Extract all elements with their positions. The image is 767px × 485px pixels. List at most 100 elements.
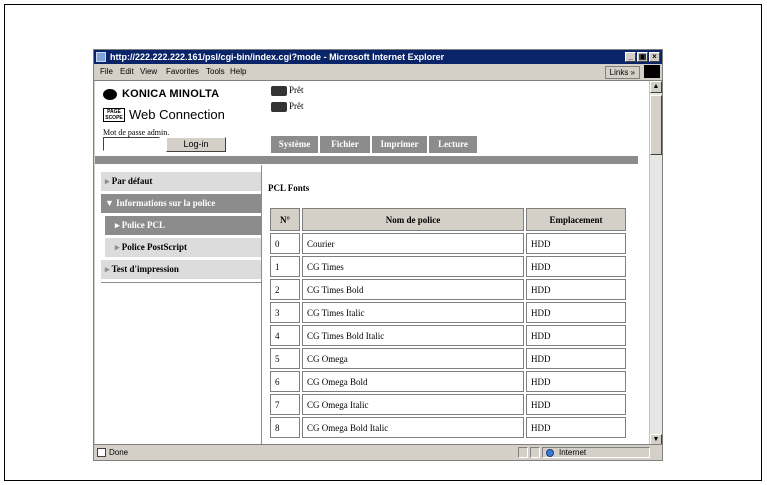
table-row: 4 CG Times Bold Italic HDD	[270, 325, 626, 346]
browser-window: http://222.222.222.161/psl/cgi-bin/index…	[93, 49, 663, 461]
cell-font-name: CG Times Bold Italic	[302, 325, 524, 346]
table-row: 2 CG Times Bold HDD	[270, 279, 626, 300]
printer-status-row: Prêt	[271, 85, 304, 96]
cell-number: 8	[270, 417, 300, 438]
close-button[interactable]: ×	[649, 52, 660, 62]
status-bar: Done Internet	[94, 444, 662, 460]
table-header-row: N° Nom de police Emplacement	[270, 208, 626, 231]
cell-number: 7	[270, 394, 300, 415]
sidebar-item-label: Par défaut	[111, 176, 153, 186]
tab-fichier[interactable]: Fichier	[320, 136, 370, 153]
bullet-icon: ▸	[105, 176, 110, 186]
cell-location: HDD	[526, 348, 626, 369]
expanded-icon: ▼	[105, 198, 114, 208]
cell-font-name: CG Omega Bold	[302, 371, 524, 392]
sidebar-item-label: Informations sur la police	[116, 198, 216, 208]
cell-number: 6	[270, 371, 300, 392]
cell-location: HDD	[526, 417, 626, 438]
table-row: 8 CG Omega Bold Italic HDD	[270, 417, 626, 438]
table-row: 3 CG Times Italic HDD	[270, 302, 626, 323]
status-cell	[530, 447, 540, 458]
menu-help[interactable]: Help	[230, 64, 246, 80]
scroll-up-arrow-icon[interactable]: ▲	[650, 81, 662, 93]
links-button[interactable]: Links »	[604, 66, 640, 79]
tab-imprimer[interactable]: Imprimer	[372, 136, 427, 153]
menu-file[interactable]: File	[100, 64, 113, 80]
windows-logo-icon	[644, 65, 660, 78]
cell-location: HDD	[526, 325, 626, 346]
cell-number: 2	[270, 279, 300, 300]
table-row: 5 CG Omega HDD	[270, 348, 626, 369]
sidebar-item-police-pcl[interactable]: ▸ Police PCL	[105, 216, 261, 235]
column-header-font-name: Nom de police	[302, 208, 524, 231]
cell-font-name: CG Times Bold	[302, 279, 524, 300]
bullet-icon: ▸	[105, 264, 110, 274]
cell-font-name: Courier	[302, 233, 524, 254]
menu-favorites[interactable]: Favorites	[166, 64, 199, 80]
zone-label: Internet	[559, 448, 587, 457]
sidebar-item-police-postscript[interactable]: ▸ Police PostScript	[105, 238, 261, 257]
header-divider	[95, 156, 638, 164]
table-row: 0 Courier HDD	[270, 233, 626, 254]
scanner-status-text: Prêt	[289, 101, 304, 111]
cell-number: 1	[270, 256, 300, 277]
cell-number: 4	[270, 325, 300, 346]
window-title: http://222.222.222.161/psl/cgi-bin/index…	[110, 52, 445, 62]
column-header-number: N°	[270, 208, 300, 231]
cell-font-name: CG Omega Italic	[302, 394, 524, 415]
cell-location: HDD	[526, 279, 626, 300]
tab-lecture[interactable]: Lecture	[429, 136, 477, 153]
cell-number: 0	[270, 233, 300, 254]
sidebar-item-test-impression[interactable]: ▸ Test d'impression	[101, 260, 261, 279]
sidebar-item-par-defaut[interactable]: ▸ Par défaut	[101, 172, 261, 191]
tab-systeme[interactable]: Système	[271, 136, 318, 153]
sidebar-item-label: Police PostScript	[121, 242, 188, 252]
title-bar: http://222.222.222.161/psl/cgi-bin/index…	[94, 50, 662, 64]
brand-name: KONICA MINOLTA	[122, 88, 220, 100]
sidebar-item-informations-police[interactable]: ▼ Informations sur la police	[101, 194, 261, 213]
cell-font-name: CG Times	[302, 256, 524, 277]
table-row: 1 CG Times HDD	[270, 256, 626, 277]
cell-location: HDD	[526, 256, 626, 277]
printer-icon	[271, 85, 287, 96]
page-viewport: KONICA MINOLTA PAGE SCOPE Web Connection…	[95, 81, 650, 446]
menu-edit[interactable]: Edit	[120, 64, 134, 80]
login-button[interactable]: Log-in	[166, 137, 226, 152]
status-cell	[518, 447, 528, 458]
page-done-icon	[97, 448, 106, 457]
document-frame: http://222.222.222.161/psl/cgi-bin/index…	[4, 4, 762, 481]
globe-icon	[546, 449, 554, 457]
cell-number: 3	[270, 302, 300, 323]
cell-font-name: CG Times Italic	[302, 302, 524, 323]
bullet-icon: ▸	[115, 220, 120, 230]
scanner-status-row: Prêt	[271, 101, 304, 112]
cell-font-name: CG Omega	[302, 348, 524, 369]
product-name: Web Connection	[129, 107, 225, 122]
scroll-thumb[interactable]	[650, 95, 662, 155]
status-text: Done	[109, 448, 129, 457]
password-label: Mot de passe admin.	[103, 128, 170, 137]
scanner-icon	[271, 101, 287, 112]
konica-logo-icon	[103, 89, 117, 100]
menu-view[interactable]: View	[140, 64, 157, 80]
cell-location: HDD	[526, 371, 626, 392]
cell-number: 5	[270, 348, 300, 369]
vertical-scrollbar[interactable]: ▲ ▼	[649, 81, 662, 446]
menu-bar: File Edit View Favorites Tools Help Link…	[94, 64, 662, 81]
password-input[interactable]	[103, 137, 160, 151]
table-row: 6 CG Omega Bold HDD	[270, 371, 626, 392]
ie-icon	[96, 52, 106, 62]
table-row: 7 CG Omega Italic HDD	[270, 394, 626, 415]
links-label: Links	[609, 68, 629, 77]
cell-location: HDD	[526, 233, 626, 254]
pagescope-logo: PAGE SCOPE	[103, 108, 125, 122]
menu-tools[interactable]: Tools	[206, 64, 225, 80]
sidebar-item-label: Police PCL	[121, 220, 166, 230]
cell-location: HDD	[526, 394, 626, 415]
sidebar-divider	[101, 282, 261, 283]
minimize-button[interactable]: _	[625, 52, 636, 62]
cell-location: HDD	[526, 302, 626, 323]
printer-status-text: Prêt	[289, 85, 304, 95]
bullet-icon: ▸	[115, 242, 120, 252]
maximize-button[interactable]: ▣	[637, 52, 648, 62]
